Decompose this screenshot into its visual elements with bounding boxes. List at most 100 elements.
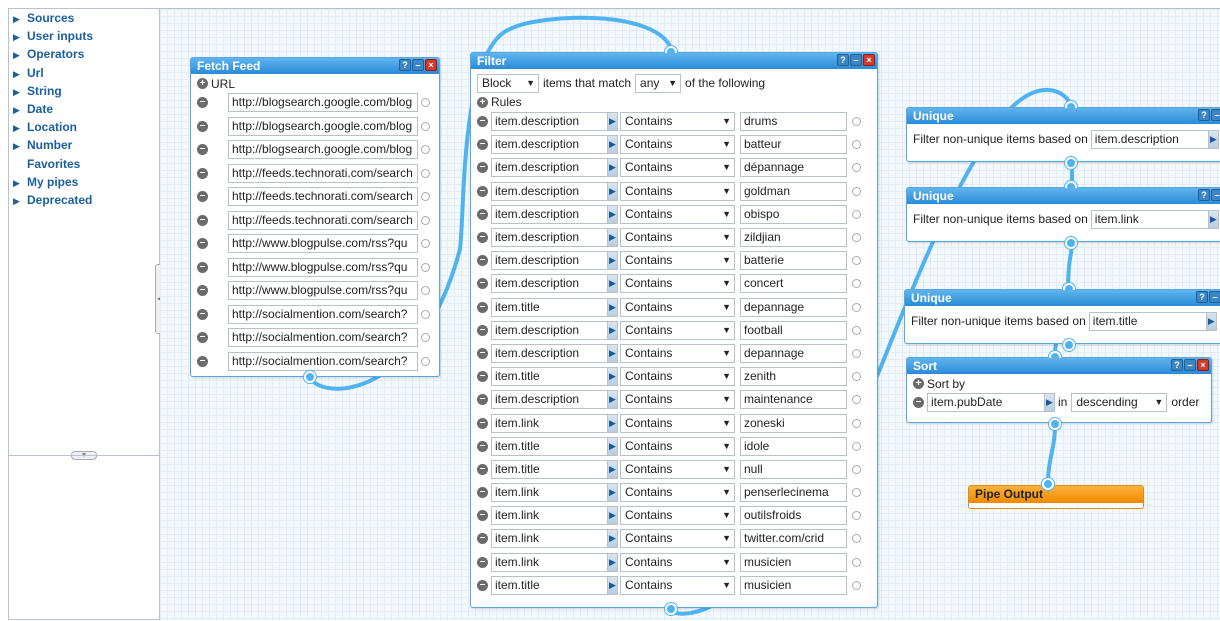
rule-value-terminal[interactable] — [852, 557, 861, 567]
rule-operator-select[interactable]: Contains ▼ — [620, 413, 735, 433]
filter-module[interactable]: Filter ? – × Block ▼ items that match any… — [470, 46, 878, 615]
rule-operator-select[interactable]: Contains ▼ — [620, 204, 735, 224]
rule-field-picker[interactable]: ▶ — [608, 158, 618, 178]
url-input[interactable]: http://blogsearch.google.com/blog — [228, 140, 418, 160]
rule-value-input[interactable]: null — [740, 459, 847, 479]
rule-value-terminal[interactable] — [852, 441, 861, 451]
url-input-terminal[interactable] — [421, 356, 430, 366]
rule-operator-select[interactable]: Contains ▼ — [620, 483, 735, 503]
rule-field-input[interactable]: item.description — [491, 158, 608, 178]
remove-url-icon[interactable]: – — [197, 355, 208, 367]
unique-field-picker[interactable]: ▶ — [1208, 209, 1219, 229]
remove-rule-icon[interactable]: – — [477, 579, 488, 591]
rule-operator-select[interactable]: Contains ▼ — [620, 297, 735, 317]
library-category-user-inputs[interactable]: ▶ User inputs — [9, 27, 159, 45]
minimize-button[interactable]: – — [1211, 189, 1220, 201]
close-button[interactable]: × — [863, 54, 875, 66]
remove-rule-icon[interactable]: – — [477, 417, 488, 429]
remove-rule-icon[interactable]: – — [477, 162, 488, 174]
remove-sort-key-icon[interactable]: – — [913, 396, 924, 408]
unique-field-input[interactable]: item.title — [1088, 311, 1207, 331]
rule-value-input[interactable]: depannage — [740, 297, 847, 317]
rule-value-input[interactable]: concert — [740, 274, 847, 294]
sort-header[interactable]: Sort ? – × — [907, 358, 1211, 374]
unique-header[interactable]: Unique? – — [907, 188, 1220, 204]
sort-module[interactable]: Sort ? – × + Sort by – item.pubDate ▶ in… — [906, 351, 1212, 430]
url-input[interactable]: http://socialmention.com/search? — [228, 351, 418, 371]
rule-field-picker[interactable]: ▶ — [608, 575, 618, 595]
rule-operator-select[interactable]: Contains ▼ — [620, 436, 735, 456]
rule-operator-select[interactable]: Contains ▼ — [620, 390, 735, 410]
pipe-output-input-port[interactable] — [1042, 478, 1054, 490]
rule-field-picker[interactable]: ▶ — [608, 181, 618, 201]
remove-url-icon[interactable]: – — [197, 191, 208, 203]
rule-field-input[interactable]: item.description — [491, 274, 608, 294]
add-rule-icon[interactable]: + — [477, 96, 488, 108]
rule-field-picker[interactable]: ▶ — [608, 367, 618, 387]
rule-field-picker[interactable]: ▶ — [608, 436, 618, 456]
remove-rule-icon[interactable]: – — [477, 139, 488, 151]
rule-value-terminal[interactable] — [852, 279, 861, 289]
rule-field-picker[interactable]: ▶ — [608, 343, 618, 363]
rule-value-input[interactable]: outilsfroids — [740, 506, 847, 526]
url-input[interactable]: http://feeds.technorati.com/search — [228, 163, 418, 183]
remove-rule-icon[interactable]: – — [477, 463, 488, 475]
rule-field-input[interactable]: item.title — [491, 367, 608, 387]
close-button[interactable]: × — [425, 59, 437, 71]
rule-operator-select[interactable]: Contains ▼ — [620, 320, 735, 340]
library-category-sources[interactable]: ▶ Sources — [9, 9, 159, 27]
library-category-string[interactable]: ▶ String — [9, 82, 159, 100]
unique-field-input[interactable]: item.description — [1090, 129, 1209, 149]
add-url-icon[interactable]: + — [197, 78, 208, 89]
sort-order-select[interactable]: descending ▼ — [1071, 392, 1168, 412]
rule-field-picker[interactable]: ▶ — [608, 459, 618, 479]
rule-value-input[interactable]: zoneski — [740, 413, 847, 433]
help-button[interactable]: ? — [1171, 359, 1183, 371]
block-permit-select[interactable]: Block ▼ — [477, 73, 539, 93]
rule-value-input[interactable]: penserlecinema — [740, 483, 847, 503]
rule-field-input[interactable]: item.link — [491, 552, 608, 572]
rule-field-picker[interactable]: ▶ — [608, 228, 618, 248]
rule-value-terminal[interactable] — [852, 256, 861, 266]
remove-rule-icon[interactable]: – — [477, 440, 488, 452]
rule-field-input[interactable]: item.link — [491, 413, 608, 433]
rule-field-input[interactable]: item.link — [491, 529, 608, 549]
remove-rule-icon[interactable]: – — [477, 116, 488, 128]
minimize-button[interactable]: – — [1211, 109, 1220, 121]
rule-operator-select[interactable]: Contains ▼ — [620, 181, 735, 201]
help-button[interactable]: ? — [1198, 109, 1210, 121]
fetch-feed-module[interactable]: Fetch Feed ? – × + URL – http://blogsearc… — [190, 57, 440, 383]
url-input[interactable]: http://socialmention.com/search? — [228, 304, 418, 324]
remove-rule-icon[interactable]: – — [477, 394, 488, 406]
unique-field-picker[interactable]: ▶ — [1208, 129, 1219, 149]
rule-operator-select[interactable]: Contains ▼ — [620, 459, 735, 479]
unique-field-picker[interactable]: ▶ — [1206, 311, 1217, 331]
rule-value-terminal[interactable] — [852, 163, 861, 173]
unique-header[interactable]: Unique? – — [905, 290, 1220, 306]
url-input[interactable]: http://socialmention.com/search? — [228, 328, 418, 348]
remove-url-icon[interactable]: – — [197, 97, 208, 109]
rule-value-input[interactable]: zenith — [740, 367, 847, 387]
rule-value-input[interactable]: twitter.com/crid — [740, 529, 847, 549]
rule-field-picker[interactable]: ▶ — [608, 483, 618, 503]
rule-operator-select[interactable]: Contains ▼ — [620, 552, 735, 572]
rule-value-input[interactable]: batteur — [740, 135, 847, 155]
rule-value-input[interactable]: maintenance — [740, 390, 847, 410]
rule-operator-select[interactable]: Contains ▼ — [620, 506, 735, 526]
rule-operator-select[interactable]: Contains ▼ — [620, 274, 735, 294]
unique-field-input[interactable]: item.link — [1090, 209, 1209, 229]
rule-field-picker[interactable]: ▶ — [608, 297, 618, 317]
remove-rule-icon[interactable]: – — [477, 533, 488, 545]
remove-url-icon[interactable]: – — [197, 167, 208, 179]
rule-field-input[interactable]: item.description — [491, 228, 608, 248]
rule-value-input[interactable]: musicien — [740, 575, 847, 595]
rule-operator-select[interactable]: Contains ▼ — [620, 112, 735, 132]
url-input-terminal[interactable] — [421, 215, 430, 225]
url-input[interactable]: http://feeds.technorati.com/search — [228, 210, 418, 230]
library-category-operators[interactable]: ▶ Operators — [9, 45, 159, 63]
rule-field-input[interactable]: item.description — [491, 135, 608, 155]
library-category-date[interactable]: ▶ Date — [9, 100, 159, 118]
library-category-location[interactable]: ▶ Location — [9, 118, 159, 136]
remove-rule-icon[interactable]: – — [477, 255, 488, 267]
minimize-button[interactable]: – — [1184, 359, 1196, 371]
